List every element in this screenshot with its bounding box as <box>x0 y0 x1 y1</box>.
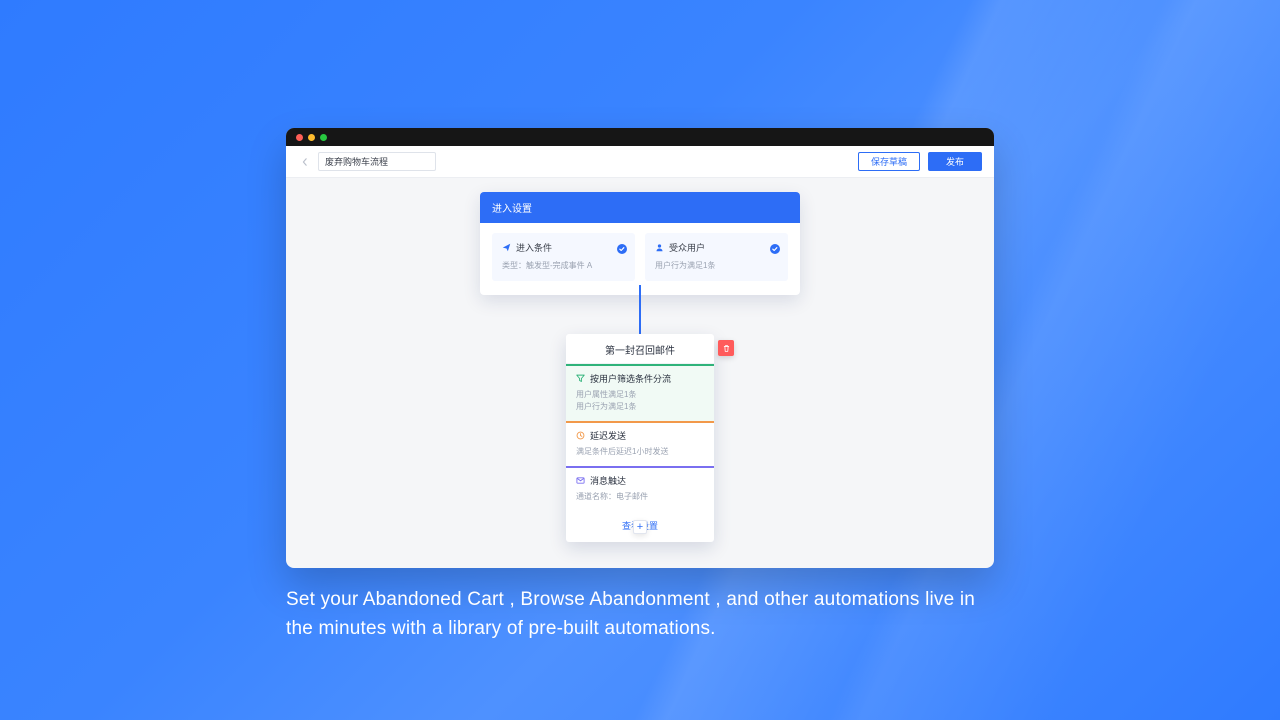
traffic-min-icon[interactable] <box>308 134 315 141</box>
filter-line1: 用户属性满足1条 <box>576 389 704 401</box>
traffic-max-icon[interactable] <box>320 134 327 141</box>
check-icon <box>770 241 780 251</box>
toolbar: 保存草稿 发布 <box>286 146 994 178</box>
funnel-icon <box>576 374 585 383</box>
filter-line2: 用户行为满足1条 <box>576 401 704 413</box>
step-title: 第一封召回邮件 <box>566 334 714 364</box>
check-icon <box>617 241 627 251</box>
touchpoint-block[interactable]: 消息触达 通道名称：电子邮件 <box>566 466 714 511</box>
entry-settings-card[interactable]: 进入设置 进入条件 类型：触发型-完成事件 A <box>480 192 800 295</box>
mail-icon <box>576 476 585 485</box>
delay-line1: 满足条件后延迟1小时发送 <box>576 446 704 458</box>
connector-line <box>639 285 641 335</box>
paper-plane-icon <box>502 243 511 252</box>
filter-title: 按用户筛选条件分流 <box>590 372 671 385</box>
back-button[interactable] <box>298 155 312 169</box>
save-draft-button[interactable]: 保存草稿 <box>858 152 920 171</box>
entry-condition-desc: 类型：触发型-完成事件 A <box>502 260 625 271</box>
delay-title: 延迟发送 <box>590 429 626 442</box>
app-window: 保存草稿 发布 进入设置 进入条件 <box>286 128 994 568</box>
filter-block[interactable]: 按用户筛选条件分流 用户属性满足1条 用户行为满足1条 <box>566 364 714 421</box>
flow-canvas[interactable]: 进入设置 进入条件 类型：触发型-完成事件 A <box>286 178 994 568</box>
touchpoint-title: 消息触达 <box>590 474 626 487</box>
window-titlebar <box>286 128 994 146</box>
user-icon <box>655 243 664 252</box>
audience-title: 受众用户 <box>669 241 705 254</box>
touchpoint-line1: 通道名称：电子邮件 <box>576 491 704 503</box>
add-step-button[interactable]: + <box>633 520 647 534</box>
marketing-caption: Set your Abandoned Cart , Browse Abandon… <box>286 586 1006 643</box>
delay-block[interactable]: 延迟发送 满足条件后延迟1小时发送 <box>566 421 714 466</box>
entry-settings-header: 进入设置 <box>480 192 800 223</box>
audience-desc: 用户行为满足1条 <box>655 260 778 271</box>
entry-condition-title: 进入条件 <box>516 241 552 254</box>
clock-icon <box>576 431 585 440</box>
publish-button[interactable]: 发布 <box>928 152 982 171</box>
flow-title-input[interactable] <box>318 152 436 171</box>
audience-card[interactable]: 受众用户 用户行为满足1条 <box>645 233 788 281</box>
entry-condition-card[interactable]: 进入条件 类型：触发型-完成事件 A <box>492 233 635 281</box>
traffic-close-icon[interactable] <box>296 134 303 141</box>
delete-step-button[interactable] <box>718 340 734 356</box>
step-card[interactable]: 第一封召回邮件 按用户筛选条件分流 用户属性满足1条 用户行为满足1条 <box>566 334 714 542</box>
